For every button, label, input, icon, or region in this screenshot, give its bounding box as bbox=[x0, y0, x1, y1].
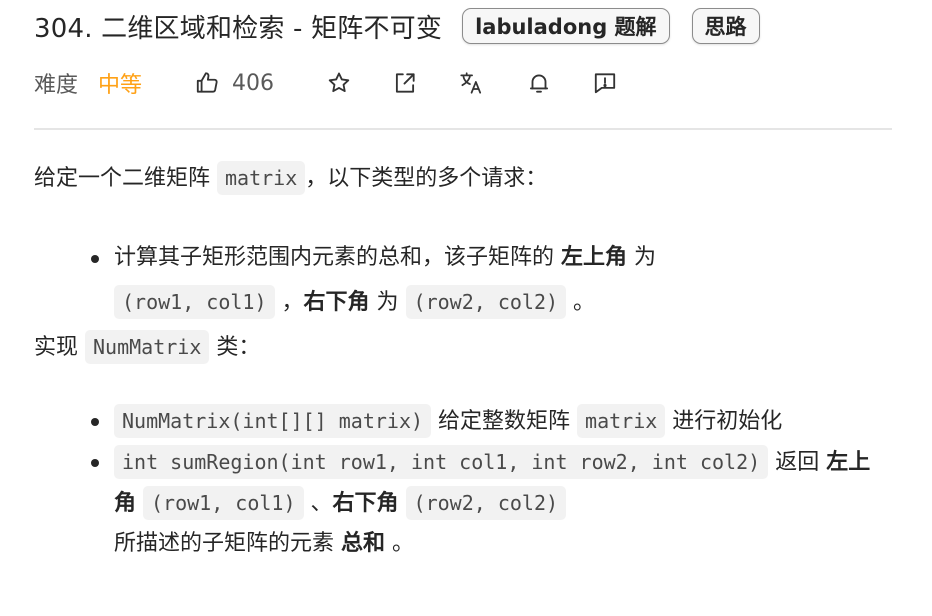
req-text: ， bbox=[281, 290, 304, 315]
list-item: 计算其子矩形范围内元素的总和，该子矩阵的 左上角 为 (row1, col1) ，… bbox=[34, 235, 892, 325]
impl-text: 实现 bbox=[34, 335, 79, 360]
intro-paragraph: 给定一个二维矩阵 matrix ，以下类型的多个请求： bbox=[34, 156, 892, 206]
list-item: NumMatrix(int[][] matrix) 给定整数矩阵 matrix … bbox=[34, 402, 892, 441]
impl-paragraph: 实现 NumMatrix 类： bbox=[34, 325, 892, 375]
impl-text: 类： bbox=[216, 335, 261, 360]
inline-code: matrix bbox=[577, 404, 666, 438]
share-button[interactable] bbox=[392, 70, 418, 96]
request-list: 计算其子矩形范围内元素的总和，该子矩阵的 左上角 为 (row1, col1) ，… bbox=[34, 235, 892, 325]
problem-title: 304. 二维区域和检索 - 矩阵不可变 bbox=[34, 13, 443, 44]
translate-icon bbox=[458, 70, 484, 96]
method-text: 所描述的子矩阵的元素 bbox=[114, 531, 335, 556]
req-text: 计算其子矩形范围内元素的总和，该子矩阵的 bbox=[114, 245, 555, 270]
difficulty-label: 难度 bbox=[34, 73, 79, 98]
req-text: 为 bbox=[634, 245, 657, 270]
inline-code: int sumRegion(int row1, int col1, int ro… bbox=[114, 445, 769, 479]
req-text: 为 bbox=[376, 290, 399, 315]
bold-text: 右下角 bbox=[332, 491, 399, 516]
intro-text-post: ，以下类型的多个请求： bbox=[305, 166, 548, 191]
title-row: 304. 二维区域和检索 - 矩阵不可变 labuladong 题解 思路 bbox=[34, 4, 760, 48]
meta-row: 难度 中等 406 bbox=[34, 60, 618, 106]
method-text: 进行初始化 bbox=[672, 409, 783, 434]
intro-text-pre: 给定一个二维矩阵 bbox=[34, 166, 211, 191]
list-item: int sumRegion(int row1, int col1, int ro… bbox=[34, 442, 892, 564]
bold-text: 总和 bbox=[341, 531, 386, 556]
like-button[interactable]: 406 bbox=[194, 70, 274, 96]
problem-description: 给定一个二维矩阵 matrix ，以下类型的多个请求： 计算其子矩形范围内元素的总… bbox=[34, 156, 892, 564]
divider bbox=[34, 128, 892, 130]
feedback-icon bbox=[592, 70, 618, 96]
difficulty-value: 中等 bbox=[98, 73, 143, 98]
method-list: NumMatrix(int[][] matrix) 给定整数矩阵 matrix … bbox=[34, 402, 892, 564]
idea-tag[interactable]: 思路 bbox=[691, 8, 760, 44]
inline-code: (row1, col1) bbox=[143, 486, 304, 520]
bold-text: 右下角 bbox=[303, 290, 370, 315]
thumbs-up-icon bbox=[194, 70, 220, 96]
inline-code: matrix bbox=[217, 161, 306, 195]
method-text: 。 bbox=[392, 531, 415, 556]
feedback-button[interactable] bbox=[592, 70, 618, 96]
bell-icon bbox=[526, 70, 552, 96]
req-text: 。 bbox=[573, 290, 596, 315]
notify-button[interactable] bbox=[526, 70, 552, 96]
inline-code: (row2, col2) bbox=[405, 285, 567, 319]
star-icon bbox=[326, 70, 352, 96]
favorite-button[interactable] bbox=[326, 70, 352, 96]
bold-text: 左上角 bbox=[561, 245, 628, 270]
method-text: 给定整数矩阵 bbox=[438, 409, 571, 434]
method-text: 返回 bbox=[775, 450, 820, 475]
solution-tag[interactable]: labuladong 题解 bbox=[462, 8, 670, 44]
inline-code: (row1, col1) bbox=[114, 285, 275, 319]
like-count: 406 bbox=[232, 70, 275, 96]
translate-button[interactable] bbox=[458, 70, 484, 96]
inline-code: NumMatrix(int[][] matrix) bbox=[114, 404, 432, 438]
share-icon bbox=[392, 70, 418, 96]
method-text: 、 bbox=[310, 491, 333, 516]
inline-code: (row2, col2) bbox=[405, 486, 567, 520]
inline-code: NumMatrix bbox=[85, 330, 210, 364]
